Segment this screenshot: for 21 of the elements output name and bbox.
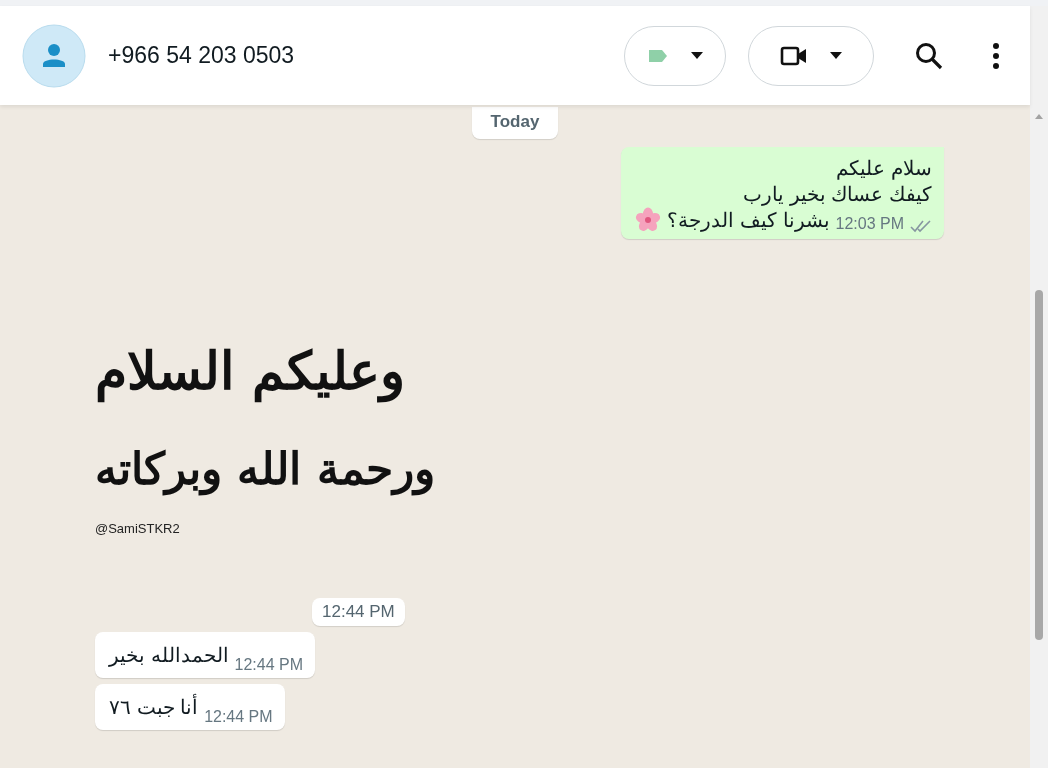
label-icon (647, 47, 669, 64)
message-time: 12:03 PM (835, 215, 904, 233)
message-text: بشرنا كيف الدرجة؟ (667, 208, 830, 233)
search-icon (914, 40, 944, 71)
message-time: 12:44 PM (204, 707, 273, 726)
message-text: كيفك عساك بخير يارب (743, 182, 932, 207)
avatar-icon[interactable] (22, 23, 86, 88)
caret-icon (830, 51, 842, 60)
message-text: سلام عليكم (836, 156, 932, 181)
video-camera-icon (780, 44, 808, 67)
more-options-icon (992, 41, 1000, 70)
sticker-text: ورحمة الله وبركاته (95, 442, 435, 498)
sticker-time: 12:44 PM (312, 597, 405, 626)
message-text: الحمدالله بخير (109, 642, 229, 668)
message-time: 12:44 PM (234, 655, 304, 674)
scrollbar[interactable] (1030, 6, 1048, 768)
sticker-credit: @SamiSTKR2 (95, 520, 180, 536)
message-text: أنا جبت ٧٦ (109, 693, 199, 720)
contact-name: +966 54 203 0503 (108, 42, 296, 69)
caret-icon (691, 51, 703, 60)
sticker-text: وعليكم السلام (95, 339, 406, 405)
